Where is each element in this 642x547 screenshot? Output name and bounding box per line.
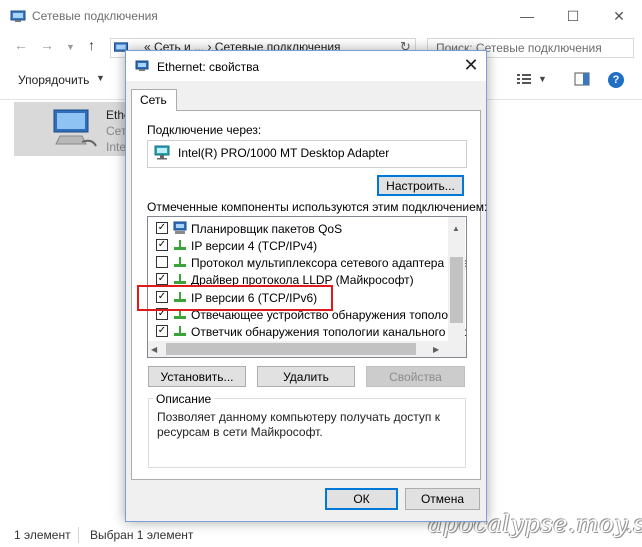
status-item-count: 1 элемент: [14, 528, 71, 542]
properties-button[interactable]: Свойства: [366, 366, 465, 387]
minimize-button[interactable]: —: [504, 0, 550, 32]
component-checkbox[interactable]: ✓: [156, 222, 168, 234]
protocol-icon: [174, 257, 186, 267]
uninstall-button[interactable]: Удалить: [257, 366, 355, 387]
adapter-name: Intel(R) PRO/1000 MT Desktop Adapter: [178, 146, 390, 160]
status-separator: [78, 527, 79, 543]
description-text: Позволяет данному компьютеру получать до…: [157, 410, 440, 439]
ipv6-highlight-box: [137, 285, 333, 311]
up-arrow-icon[interactable]: ↑: [88, 37, 95, 53]
back-arrow-icon[interactable]: ←: [14, 37, 28, 53]
component-label: Планировщик пакетов QoS: [191, 222, 343, 236]
organize-menu[interactable]: Упорядочить: [18, 73, 89, 87]
organize-dropdown-icon[interactable]: ▼: [96, 73, 105, 83]
vertical-scroll-thumb[interactable]: [450, 257, 463, 323]
ok-button[interactable]: ОК: [325, 488, 398, 510]
component-row-ipv4[interactable]: ✓ IP версии 4 (TCP/IPv4): [156, 237, 456, 254]
component-row-multiplexor[interactable]: Протокол мультиплексора сетевого адаптер…: [156, 254, 466, 271]
component-checkbox[interactable]: ✓: [156, 325, 168, 337]
help-icon[interactable]: ?: [608, 72, 624, 88]
status-selected-count: Выбран 1 элемент: [90, 528, 194, 542]
tab-network[interactable]: Сеть: [131, 89, 177, 111]
window-title: Сетевые подключения: [32, 9, 158, 23]
cancel-button[interactable]: Отмена: [405, 488, 480, 510]
protocol-icon: [174, 274, 186, 284]
forward-arrow-icon[interactable]: →: [40, 37, 54, 53]
network-connections-icon: [10, 10, 26, 22]
scroll-up-arrow-icon[interactable]: ▲: [452, 224, 460, 233]
maximize-button[interactable]: ☐: [550, 0, 596, 32]
component-label: Протокол мультиплексора сетевого адаптер…: [191, 256, 467, 270]
component-row-link-layer-responder[interactable]: ✓ Ответчик обнаружения топологии канальн…: [156, 323, 466, 340]
view-options-dropdown-icon[interactable]: ▼: [538, 74, 547, 84]
dialog-close-icon[interactable]: ✕: [462, 55, 480, 75]
component-checkbox[interactable]: ✓: [156, 239, 168, 251]
list-item-adapter: Inte: [106, 140, 127, 154]
protocol-icon: [174, 240, 186, 250]
scroll-right-arrow-icon[interactable]: ▶: [433, 345, 439, 354]
component-checkbox[interactable]: [156, 256, 168, 268]
component-row-qos[interactable]: ✓ Планировщик пакетов QoS: [156, 220, 456, 237]
configure-button[interactable]: Настроить...: [377, 175, 464, 196]
scroll-left-arrow-icon[interactable]: ◀: [151, 345, 157, 354]
change-view-icon[interactable]: [516, 72, 532, 86]
install-button[interactable]: Установить...: [148, 366, 246, 387]
components-label: Отмеченные компоненты используются этим …: [147, 200, 488, 214]
network-adapter-icon: [154, 145, 170, 160]
connect-using-label: Подключение через:: [147, 123, 262, 137]
component-label: IP версии 4 (TCP/IPv4): [191, 239, 318, 253]
description-title: Описание: [153, 392, 215, 406]
dialog-title: Ethernet: свойства: [157, 60, 260, 74]
horizontal-scroll-thumb[interactable]: [166, 343, 416, 355]
recent-locations-chevron-icon[interactable]: ▼: [66, 42, 75, 52]
scrollbar-corner: [448, 341, 465, 357]
ethernet-adapter-icon: [53, 109, 97, 147]
component-label: Ответчик обнаружения топологии канальног…: [191, 325, 467, 339]
qos-scheduler-icon: [173, 221, 187, 234]
preview-pane-icon[interactable]: [574, 72, 590, 86]
dialog-network-icon: [135, 60, 149, 71]
protocol-icon: [174, 326, 186, 336]
component-checkbox[interactable]: ✓: [156, 273, 168, 285]
close-window-button[interactable]: ✕: [596, 0, 642, 32]
